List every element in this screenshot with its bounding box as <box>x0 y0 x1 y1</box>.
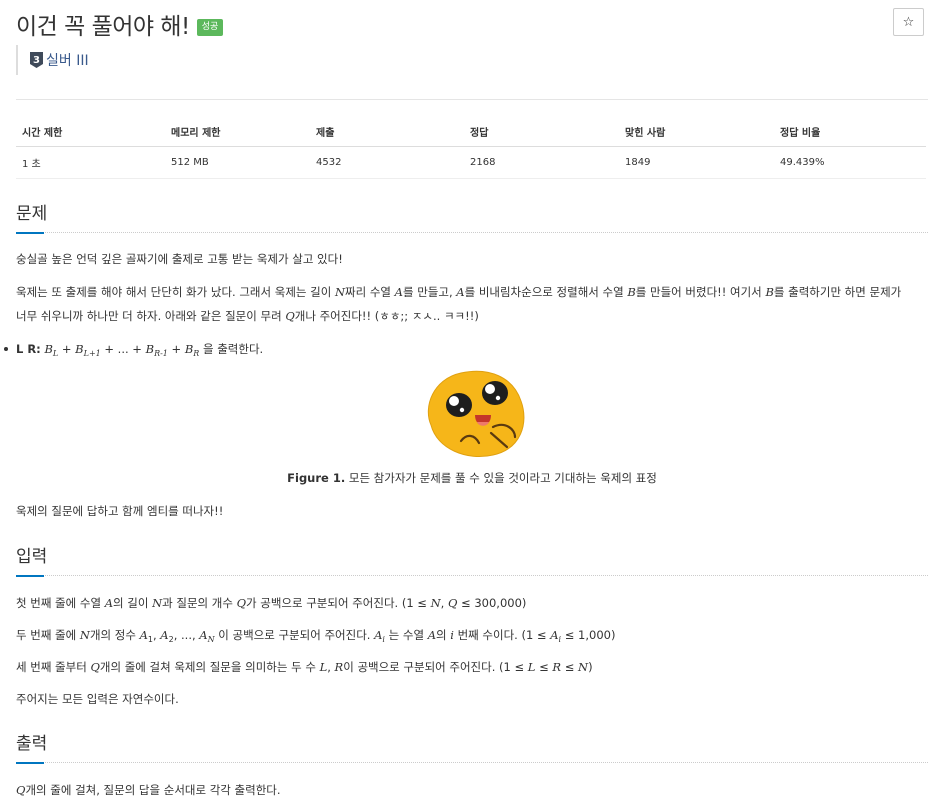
section-title-problem: 문제 <box>16 204 48 224</box>
tier-number: 3 <box>33 55 40 66</box>
value-submissions[interactable]: 4532 <box>310 146 464 179</box>
value-solvers: 1849 <box>619 146 774 179</box>
statement-paragraph-2: 욱제는 또 출제를 해야 해서 단단히 화가 났다. 그래서 욱제는 길이 N짜… <box>16 285 902 299</box>
value-ratio: 49.439% <box>774 146 926 179</box>
result-badge[interactable]: 성공 <box>196 18 224 36</box>
section-title-input: 입력 <box>16 547 48 567</box>
statement-bullet: L R: BL + BL+1 + ... + BR-1 + BR 을 출력한다. <box>4 338 921 365</box>
tier-row: 3 실버 III <box>16 45 89 75</box>
value-time-limit: 1 초 <box>16 146 165 179</box>
input-line-3: 세 번째 줄부터 Q개의 줄에 걸쳐 욱제의 질문을 의미하는 두 수 L, R… <box>16 660 593 674</box>
star-icon: ☆ <box>902 14 915 30</box>
statement-paragraph-4: 욱제의 질문에 답하고 함께 엠티를 떠나자!! <box>16 504 224 518</box>
figure-image <box>427 370 525 457</box>
problem-section-header: 문제 <box>16 199 928 234</box>
problem-title: 이건 꼭 풀어야 해! <box>16 14 190 40</box>
value-memory-limit: 512 MB <box>165 146 310 179</box>
header-memory-limit: 메모리 제한 <box>165 116 310 147</box>
input-line-2: 두 번째 줄에 N개의 정수 A1, A2, ..., AN 이 공백으로 구분… <box>16 628 616 644</box>
value-accepted: 2168 <box>464 146 619 179</box>
section-title-output: 출력 <box>16 734 48 754</box>
input-section-header: 입력 <box>16 542 928 577</box>
tier-icon: 3 <box>30 52 43 68</box>
info-table: 시간 제한 메모리 제한 제출 정답 맞힌 사람 정답 비율 1 초 512 M… <box>16 116 926 179</box>
input-line-4: 주어지는 모든 입력은 자연수이다. <box>16 692 179 706</box>
header-accepted: 정답 <box>464 116 619 147</box>
divider <box>16 99 928 100</box>
info-table-header: 시간 제한 메모리 제한 제출 정답 맞힌 사람 정답 비율 <box>16 116 926 147</box>
star-button[interactable]: ☆ <box>893 8 924 36</box>
output-section-header: 출력 <box>16 729 928 764</box>
header-time-limit: 시간 제한 <box>16 116 165 147</box>
figure-caption: Figure 1. 모든 참가자가 문제를 풀 수 있을 것이라고 기대하는 욱… <box>287 471 657 485</box>
header-ratio: 정답 비율 <box>774 116 926 147</box>
header-submissions: 제출 <box>310 116 464 147</box>
output-line-1: Q개의 줄에 걸쳐, 질문의 답을 순서대로 각각 출력한다. <box>16 783 281 797</box>
input-line-1: 첫 번째 줄에 수열 A의 길이 N과 질문의 개수 Q가 공백으로 구분되어 … <box>16 596 527 610</box>
tier-label[interactable]: 실버 III <box>46 50 89 70</box>
statement-paragraph-3: 너무 쉬우니까 하나만 더 하자. 아래와 같은 질문이 무려 Q개나 주어진다… <box>16 309 479 323</box>
title-row: 이건 꼭 풀어야 해! 성공 <box>16 9 224 40</box>
table-row: 1 초 512 MB 4532 2168 1849 49.439% <box>16 146 926 179</box>
statement-paragraph-1: 숭실골 높은 언덕 깊은 골짜기에 출제로 고통 받는 욱제가 살고 있다! <box>16 252 343 266</box>
header-solvers: 맞힌 사람 <box>619 116 774 147</box>
